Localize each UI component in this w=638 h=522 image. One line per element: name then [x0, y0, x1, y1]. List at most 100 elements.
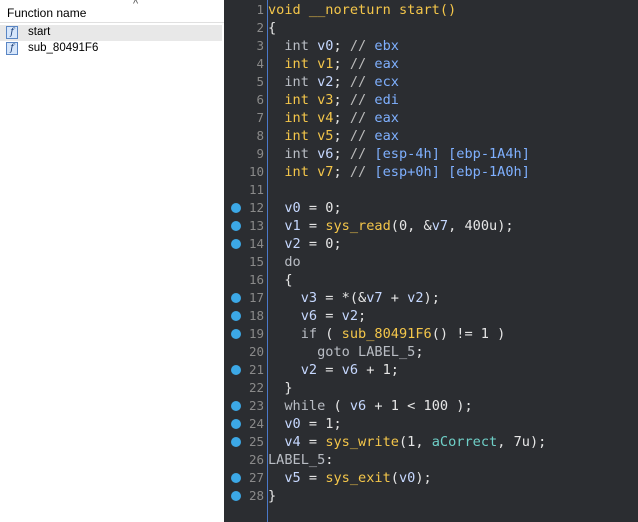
code-text: if ( sub_80491F6() != 1 ): [268, 325, 506, 343]
code-line[interactable]: 17 v3 = *(&v7 + v2);: [224, 289, 638, 307]
code-line[interactable]: 1 void __noreturn start(): [224, 1, 638, 19]
code-line[interactable]: 11: [224, 181, 638, 199]
code-token: v2: [268, 236, 301, 252]
code-line[interactable]: 24 v0 = 1;: [224, 415, 638, 433]
code-token: ;: [333, 110, 350, 126]
code-token: v2: [407, 290, 424, 306]
function-name-column-header[interactable]: Function name: [7, 6, 86, 20]
line-number: 22: [248, 380, 264, 395]
line-number: 27: [248, 470, 264, 485]
code-line[interactable]: 28}: [224, 487, 638, 505]
breakpoint-dot-icon[interactable]: [231, 203, 241, 213]
code-line[interactable]: 18 v6 = v2;: [224, 307, 638, 325]
breakpoint-dot-icon[interactable]: [231, 239, 241, 249]
code-text: int v0; // ebx: [268, 37, 399, 55]
breakpoint-dot-icon[interactable]: [231, 221, 241, 231]
code-token: ;: [333, 128, 350, 144]
code-text: v0 = 1;: [268, 415, 342, 433]
functions-header[interactable]: Function name ^: [0, 0, 224, 23]
line-number: 13: [248, 218, 264, 233]
line-number: 15: [248, 254, 264, 269]
line-number: 10: [248, 164, 264, 179]
code-line[interactable]: 3 int v0; // ebx: [224, 37, 638, 55]
code-line[interactable]: 21 v2 = v6 + 1;: [224, 361, 638, 379]
code-line[interactable]: 22 }: [224, 379, 638, 397]
code-token: while: [268, 398, 326, 414]
code-token: v5: [268, 470, 301, 486]
code-token: );: [423, 290, 440, 306]
code-token: ;: [333, 38, 350, 54]
code-token: v2: [317, 74, 334, 90]
code-line[interactable]: 15 do: [224, 253, 638, 271]
sort-ascending-icon[interactable]: ^: [133, 0, 138, 10]
code-token: = 0;: [300, 236, 342, 252]
code-line[interactable]: 5 int v2; // ecx: [224, 73, 638, 91]
code-token: v0: [398, 470, 416, 486]
code-token: v7: [431, 218, 449, 234]
function-list-item[interactable]: f start: [0, 25, 222, 41]
breakpoint-dot-icon[interactable]: [231, 437, 241, 447]
breakpoint-dot-icon[interactable]: [231, 419, 241, 429]
code-line[interactable]: 27 v5 = sys_exit(v0);: [224, 469, 638, 487]
code-token: sys_write: [325, 434, 399, 450]
code-line[interactable]: 10 int v7; // [esp+0h] [ebp-1A0h]: [224, 163, 638, 181]
code-line[interactable]: 20 goto LABEL_5;: [224, 343, 638, 361]
code-token: int v4: [268, 110, 334, 126]
code-token: int: [268, 146, 318, 162]
breakpoint-dot-icon[interactable]: [231, 401, 241, 411]
code-line[interactable]: 23 while ( v6 + 1 < 100 );: [224, 397, 638, 415]
breakpoint-dot-icon[interactable]: [231, 311, 241, 321]
functions-panel: Function name ^ f start f sub_80491F6: [0, 0, 225, 522]
line-number: 24: [248, 416, 264, 431]
line-number: 1: [256, 2, 264, 17]
code-line[interactable]: 9 int v6; // [esp-4h] [ebp-1A4h]: [224, 145, 638, 163]
code-text: }: [268, 379, 292, 397]
code-line[interactable]: 14 v2 = 0;: [224, 235, 638, 253]
code-token: [esp+0h] [ebp-1A0h]: [374, 164, 530, 180]
code-token: v3: [268, 290, 318, 306]
code-line[interactable]: 7 int v4; // eax: [224, 109, 638, 127]
breakpoint-dot-icon[interactable]: [231, 293, 241, 303]
line-number: 16: [248, 272, 264, 287]
code-line[interactable]: 12 v0 = 0;: [224, 199, 638, 217]
code-text: {: [268, 19, 276, 37]
function-name-label: sub_80491F6: [28, 42, 99, 54]
function-list-item[interactable]: f sub_80491F6: [0, 41, 222, 57]
line-number: 20: [248, 344, 264, 359]
code-token: = 1;: [300, 416, 342, 432]
breakpoint-dot-icon[interactable]: [231, 473, 241, 483]
code-line[interactable]: 13 v1 = sys_read(0, &v7, 400u);: [224, 217, 638, 235]
code-token: v2: [341, 308, 359, 324]
code-token: {: [268, 20, 277, 36]
code-token: {: [268, 272, 293, 288]
pseudocode-view[interactable]: 1 void __noreturn start() 2{3 int v0; // e…: [224, 0, 638, 522]
code-token: int v1: [268, 56, 334, 72]
code-token: //: [349, 110, 375, 126]
code-token: v6: [341, 362, 359, 378]
code-line[interactable]: 25 v4 = sys_write(1, aCorrect, 7u);: [224, 433, 638, 451]
code-token: =: [300, 218, 326, 234]
code-text: v5 = sys_exit(v0);: [268, 469, 431, 487]
line-number: 17: [248, 290, 264, 305]
code-line[interactable]: 8 int v5; // eax: [224, 127, 638, 145]
code-line[interactable]: 16 {: [224, 271, 638, 289]
code-line[interactable]: 26 LABEL_5:: [224, 451, 638, 469]
code-line[interactable]: 19 if ( sub_80491F6() != 1 ): [224, 325, 638, 343]
code-text: v2 = v6 + 1;: [268, 361, 399, 379]
line-number: 8: [256, 128, 264, 143]
code-token: eax: [374, 56, 399, 72]
code-line[interactable]: 4 int v1; // eax: [224, 55, 638, 73]
line-number: 4: [256, 56, 264, 71]
code-line[interactable]: 6 int v3; // edi: [224, 91, 638, 109]
code-token: ;: [333, 164, 350, 180]
code-line[interactable]: 2{: [224, 19, 638, 37]
line-number: 6: [256, 92, 264, 107]
line-number: 25: [248, 434, 264, 449]
code-token: goto LABEL_5: [268, 344, 416, 360]
breakpoint-dot-icon[interactable]: [231, 329, 241, 339]
breakpoint-dot-icon[interactable]: [231, 491, 241, 501]
code-token: void __noreturn start(): [268, 2, 457, 18]
breakpoint-dot-icon[interactable]: [231, 365, 241, 375]
code-token: //: [349, 74, 375, 90]
code-token: v2: [268, 362, 318, 378]
